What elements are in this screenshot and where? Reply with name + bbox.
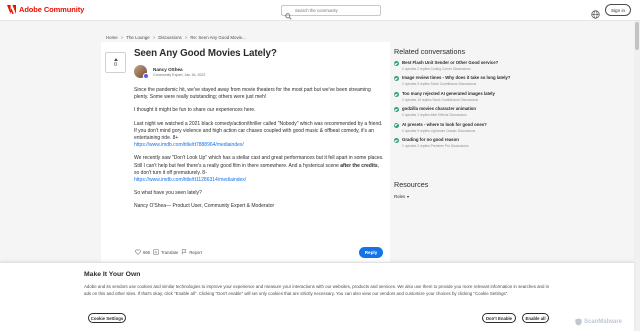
chevron-down-icon bbox=[407, 195, 410, 198]
cookie-text: Adobe and its vendors use cookies and si… bbox=[84, 284, 550, 296]
upvote-button[interactable]: 0 bbox=[105, 52, 126, 73]
related-item-meta: 2 upvotes 5 replies Stock Contributors D… bbox=[402, 82, 477, 87]
post-paragraph: We recently saw "Don't Look Up" which ha… bbox=[134, 155, 384, 184]
post-title: Seen Any Good Movies Lately? bbox=[134, 48, 277, 59]
post-body: Since the pandemic hit, we've stayed awa… bbox=[134, 87, 384, 217]
expert-badge-icon bbox=[143, 73, 149, 79]
post-actions: 666 A Translate Report bbox=[135, 249, 202, 255]
related-item[interactable]: Grading for no good reason 1 upvotes 2 r… bbox=[394, 137, 514, 152]
post-paragraph: So what have you seen lately? bbox=[134, 190, 202, 197]
breadcrumb-current: Re: Seen Any Good Movie... bbox=[190, 35, 246, 40]
related-item-meta: 0 upvotes 2 replies Coding Corner Discus… bbox=[402, 67, 471, 71]
sign-in-button[interactable]: Sign in bbox=[605, 4, 631, 16]
post-paragraph: Since the pandemic hit, we've stayed awa… bbox=[134, 87, 371, 101]
globe-icon[interactable] bbox=[591, 6, 600, 19]
likes[interactable]: 666 bbox=[135, 249, 150, 255]
imdb-link-dont-look-up[interactable]: https://www.imdb.com/title/tt11286314/me… bbox=[134, 177, 384, 184]
post-paragraph: Last night we watched a 2021 black comed… bbox=[134, 121, 384, 150]
related-item[interactable]: AI presets - where to look for good ones… bbox=[394, 122, 514, 137]
search-input[interactable] bbox=[295, 8, 380, 13]
post-paragraph-text: Last night we watched a 2021 black comed… bbox=[134, 120, 383, 142]
search-icon bbox=[285, 7, 292, 20]
solved-check-icon bbox=[394, 107, 399, 113]
vote-count: 0 bbox=[114, 61, 117, 68]
report-label: Report bbox=[189, 249, 202, 255]
reply-button[interactable]: Reply bbox=[359, 247, 383, 258]
flag-icon bbox=[181, 249, 187, 255]
likes-count: 666 bbox=[143, 249, 150, 255]
bold-text: after the credits bbox=[340, 162, 378, 169]
cookie-settings-button[interactable]: Cookie Settings bbox=[88, 313, 126, 323]
scrollbar-thumb[interactable] bbox=[635, 22, 639, 50]
related-item-title[interactable]: AI presets - where to look for good ones… bbox=[402, 122, 487, 127]
breadcrumb-lounge[interactable]: The Lounge bbox=[126, 35, 149, 40]
solved-check-icon bbox=[394, 122, 399, 128]
brand-name: Adobe Community bbox=[19, 5, 85, 14]
related-item[interactable]: Best Flash Unit Sender or Other Good ser… bbox=[394, 60, 514, 75]
related-item-meta: 0 upvotes 1 replies After Effects Discus… bbox=[402, 113, 467, 118]
breadcrumb-separator: > bbox=[152, 35, 156, 40]
watermark-text: ScanMalware bbox=[584, 319, 623, 325]
related-item-title[interactable]: Best Flash Unit Sender or Other Good ser… bbox=[402, 60, 498, 65]
related-item-title[interactable]: Image review times - Why does it take so… bbox=[402, 75, 510, 80]
search-box[interactable] bbox=[281, 5, 381, 20]
solved-check-icon bbox=[394, 61, 399, 66]
imdb-link-nobody[interactable]: https://www.imdb.com/title/tt7888964/med… bbox=[134, 142, 384, 149]
breadcrumb-separator: > bbox=[184, 35, 188, 40]
breadcrumb-discussions[interactable]: Discussions bbox=[158, 35, 181, 40]
roles-dropdown[interactable]: Roles bbox=[394, 194, 410, 199]
scanmalware-watermark: ScanMalware bbox=[575, 313, 622, 331]
post-signature: Nancy O'Shea— Product User, Community Ex… bbox=[134, 203, 275, 210]
related-item-title[interactable]: Grading for no good reason bbox=[402, 137, 459, 142]
post-paragraph: I thought it might be fun to share our e… bbox=[134, 107, 256, 114]
cookie-banner: Make It Your Own Adobe and its vendors u… bbox=[0, 262, 634, 331]
related-item[interactable]: Image review times - Why does it take so… bbox=[394, 75, 514, 90]
translate-label: Translate bbox=[161, 249, 179, 255]
scrollbar-track[interactable] bbox=[634, 21, 640, 331]
related-item-meta: 1 upvotes 2 replies Premiere Pro Discuss… bbox=[402, 143, 469, 148]
translate-button[interactable]: A Translate bbox=[153, 249, 178, 255]
roles-label: Roles bbox=[394, 194, 406, 199]
related-item[interactable]: Too many rejected AI generated images la… bbox=[394, 91, 514, 106]
dont-enable-button[interactable]: Don't Enable bbox=[482, 313, 516, 323]
related-item-meta: 2 upvotes 13 replies Stock Contributors … bbox=[402, 97, 479, 102]
breadcrumb-separator: > bbox=[120, 35, 124, 40]
related-item-title[interactable]: Too many rejected AI generated images la… bbox=[402, 91, 495, 96]
post-card: 0 Seen Any Good Movies Lately? Nancy OSh… bbox=[101, 42, 390, 264]
enable-all-button[interactable]: Enable all bbox=[522, 313, 549, 323]
solved-check-icon bbox=[394, 137, 399, 143]
top-bar: Adobe Community Sign in bbox=[0, 0, 640, 21]
related-item-meta: 0 upvotes 9 replies Lightroom Classic Di… bbox=[402, 128, 476, 133]
adobe-logo-icon bbox=[7, 5, 16, 14]
cookie-title: Make It Your Own bbox=[84, 271, 141, 278]
report-button[interactable]: Report bbox=[181, 249, 202, 255]
shield-icon bbox=[575, 313, 582, 331]
related-item-title[interactable]: godzilla movies character animation bbox=[402, 106, 476, 111]
related-conversations: Related conversations Best Flash Unit Se… bbox=[394, 47, 514, 152]
breadcrumb-home[interactable]: Home bbox=[106, 35, 118, 40]
related-heading: Related conversations bbox=[394, 47, 466, 56]
author-name[interactable]: Nancy OShea bbox=[153, 67, 183, 72]
resources-heading: Resources bbox=[394, 180, 429, 189]
translate-icon: A bbox=[153, 249, 159, 255]
svg-text:A: A bbox=[155, 251, 158, 255]
solved-check-icon bbox=[394, 76, 399, 82]
adobe-community-logo[interactable]: Adobe Community bbox=[7, 5, 84, 14]
heart-icon bbox=[135, 249, 141, 255]
breadcrumb: Home > The Lounge > Discussions > Re: Se… bbox=[106, 35, 246, 40]
upvote-arrow-icon bbox=[113, 57, 118, 61]
solved-check-icon bbox=[394, 91, 399, 97]
author-meta: Community Expert, Jan 16, 2022 bbox=[153, 73, 206, 77]
resources-section: Resources bbox=[394, 180, 428, 189]
related-item[interactable]: godzilla movies character animation 0 up… bbox=[394, 106, 514, 121]
